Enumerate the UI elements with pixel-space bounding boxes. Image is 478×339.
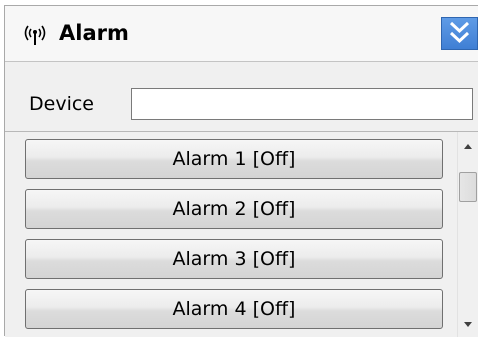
scroll-up-icon[interactable] [458, 136, 478, 158]
collapse-button[interactable] [441, 17, 478, 50]
antenna-icon [20, 21, 50, 47]
alarm-1-button[interactable]: Alarm 1 [Off] [25, 139, 443, 179]
alarm-4-button[interactable]: Alarm 4 [Off] [25, 289, 443, 329]
panel-title: Alarm [59, 21, 129, 45]
panel-header: Alarm [5, 6, 478, 62]
scrollbar-thumb[interactable] [459, 172, 477, 202]
scroll-down-icon[interactable] [458, 313, 478, 335]
alarm-panel: Alarm Device Alarm 1 [Off] Alarm 2 [Off]… [4, 5, 478, 337]
alarm-3-button[interactable]: Alarm 3 [Off] [25, 239, 443, 279]
alarm-2-button[interactable]: Alarm 2 [Off] [25, 189, 443, 229]
alarm-list: Alarm 1 [Off] Alarm 2 [Off] Alarm 3 [Off… [5, 132, 478, 337]
vertical-scrollbar[interactable] [457, 132, 478, 337]
device-input[interactable] [131, 88, 473, 120]
device-label: Device [29, 93, 94, 115]
device-row: Device [5, 62, 478, 132]
double-chevron-down-icon [442, 18, 477, 49]
